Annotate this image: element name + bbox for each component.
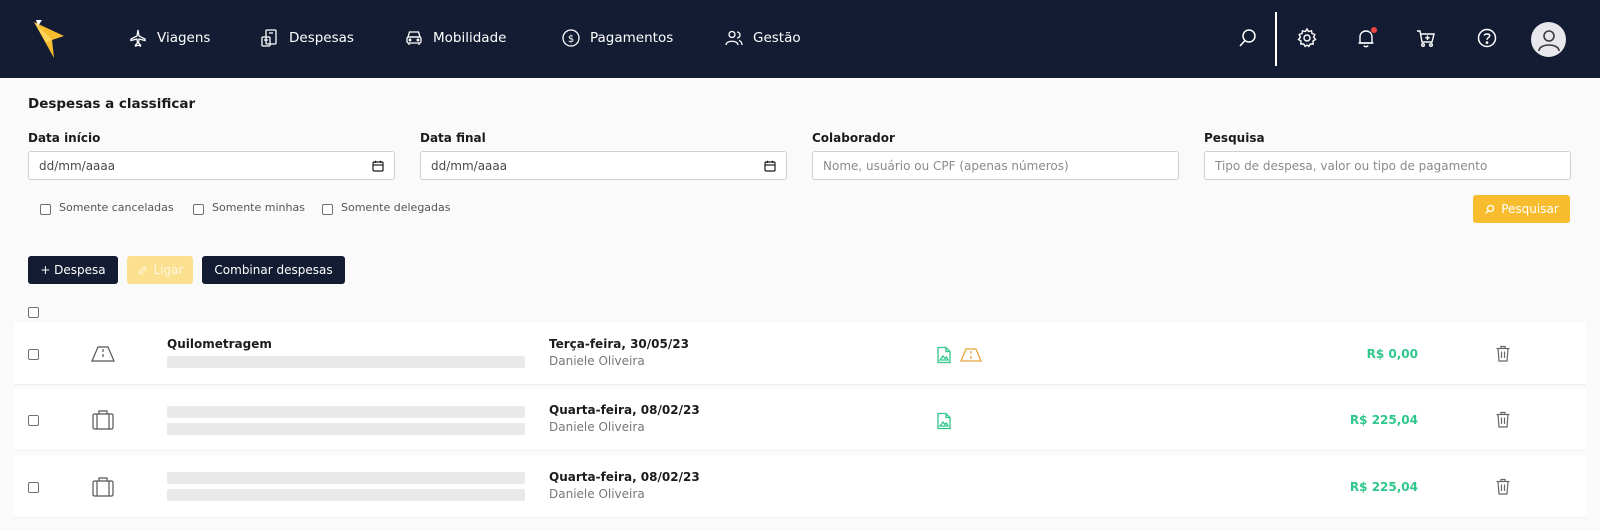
expense-description-placeholder — [167, 423, 525, 435]
row-checkbox[interactable] — [28, 349, 39, 360]
search-button[interactable] — [1235, 25, 1261, 51]
dollar-circle-icon: $ — [562, 29, 580, 47]
nav-viagens[interactable]: Viagens — [128, 26, 210, 50]
only-mine-checkbox[interactable] — [193, 204, 204, 215]
only-delegated-label: Somente delegadas — [341, 201, 451, 214]
map-icon[interactable] — [960, 346, 982, 364]
toolbar-divider — [1275, 12, 1277, 66]
row-checkbox[interactable] — [28, 482, 39, 493]
nav-gestao-label: Gestão — [753, 30, 801, 46]
collaborator-placeholder: Nome, usuário ou CPF (apenas números) — [823, 158, 1069, 173]
end-date-label: Data final — [420, 131, 486, 145]
help-icon — [1477, 28, 1497, 48]
expense-date: Terça-feira, 30/05/23 — [549, 337, 689, 351]
select-all-checkbox[interactable] — [28, 307, 39, 318]
link-icon — [138, 266, 146, 274]
only-canceled-checkbox[interactable] — [40, 204, 51, 215]
search-label: Pesquisa — [1204, 131, 1265, 145]
collaborator-label: Colaborador — [812, 131, 895, 145]
start-date-input[interactable]: dd/mm/aaaa — [28, 151, 395, 180]
image-file-icon[interactable] — [935, 412, 953, 430]
expense-person: Daniele Oliveira — [549, 354, 645, 368]
nav-despesas[interactable]: Despesas — [260, 26, 354, 50]
nav-pagamentos-label: Pagamentos — [590, 30, 674, 46]
settings-button[interactable] — [1294, 25, 1320, 51]
nav-despesas-label: Despesas — [289, 30, 354, 46]
receipt-icon — [261, 29, 277, 47]
collaborator-input[interactable]: Nome, usuário ou CPF (apenas números) — [812, 151, 1179, 180]
search-placeholder: Tipo de despesa, valor ou tipo de pagame… — [1215, 158, 1488, 173]
expense-date: Quarta-feira, 08/02/23 — [549, 470, 700, 484]
expense-description-placeholder — [167, 489, 525, 501]
search-icon — [1239, 29, 1256, 47]
suitcase-icon — [92, 410, 114, 430]
users-icon — [725, 30, 743, 46]
cart-icon — [1417, 30, 1435, 48]
top-navigation-bar: Viagens Despesas Mobilidade $ Pagamentos… — [0, 0, 1600, 78]
expense-person: Daniele Oliveira — [549, 487, 645, 501]
search-submit-button[interactable]: Pesquisar — [1473, 195, 1570, 223]
notification-dot — [1371, 27, 1377, 33]
page-title: Despesas a classificar — [28, 96, 196, 112]
suitcase-icon — [92, 477, 114, 497]
link-label: Ligar — [153, 263, 184, 277]
expense-date: Quarta-feira, 08/02/23 — [549, 403, 700, 417]
avatar-icon — [1537, 29, 1560, 51]
nav-gestao[interactable]: Gestão — [724, 26, 801, 50]
search-input[interactable]: Tipo de despesa, valor ou tipo de pagame… — [1204, 151, 1571, 180]
trash-icon[interactable] — [1495, 345, 1511, 362]
road-icon — [91, 346, 115, 362]
expense-description-placeholder — [167, 356, 525, 368]
combine-expenses-button[interactable]: Combinar despesas — [202, 256, 345, 284]
row-checkbox[interactable] — [28, 415, 39, 426]
end-date-input[interactable]: dd/mm/aaaa — [420, 151, 787, 180]
expense-person: Daniele Oliveira — [549, 420, 645, 434]
svg-text:$: $ — [568, 34, 574, 45]
start-date-label: Data início — [28, 131, 101, 145]
image-file-icon[interactable] — [935, 346, 953, 364]
expense-title: Quilometragem — [167, 337, 272, 351]
expense-row[interactable]: Quarta-feira, 08/02/23 Daniele Oliveira … — [14, 456, 1586, 518]
only-canceled-label: Somente canceladas — [59, 201, 174, 214]
search-icon — [1485, 204, 1495, 214]
calendar-icon[interactable] — [372, 160, 384, 172]
user-avatar[interactable] — [1531, 22, 1566, 57]
expense-title-placeholder — [167, 406, 525, 418]
expense-amount: R$ 225,04 — [1349, 480, 1418, 494]
trash-icon[interactable] — [1495, 478, 1511, 495]
end-date-placeholder: dd/mm/aaaa — [431, 158, 508, 173]
expense-title-placeholder — [167, 472, 525, 484]
only-delegated-checkbox[interactable] — [322, 204, 333, 215]
expense-row[interactable]: Quilometragem Terça-feira, 30/05/23 Dani… — [14, 323, 1586, 385]
search-submit-label: Pesquisar — [1501, 202, 1559, 216]
help-button[interactable] — [1474, 25, 1500, 51]
logo-icon[interactable] — [32, 18, 66, 60]
nav-viagens-label: Viagens — [157, 30, 211, 46]
nav-mobilidade-label: Mobilidade — [433, 30, 507, 46]
add-expense-label: + Despesa — [40, 263, 106, 277]
expense-row[interactable]: Quarta-feira, 08/02/23 Daniele Oliveira … — [14, 389, 1586, 451]
expense-amount: R$ 225,04 — [1349, 413, 1418, 427]
add-expense-button[interactable]: + Despesa — [28, 256, 118, 284]
nav-pagamentos[interactable]: $ Pagamentos — [561, 26, 673, 50]
notifications-button[interactable] — [1353, 25, 1379, 51]
only-mine-label: Somente minhas — [212, 201, 305, 214]
nav-mobilidade[interactable]: Mobilidade — [404, 26, 506, 50]
start-date-placeholder: dd/mm/aaaa — [39, 158, 116, 173]
plane-icon — [130, 29, 146, 47]
link-button[interactable]: Ligar — [127, 256, 193, 284]
trash-icon[interactable] — [1495, 411, 1511, 428]
gear-icon — [1297, 27, 1317, 48]
combine-expenses-label: Combinar despesas — [214, 263, 333, 277]
car-icon — [406, 31, 422, 45]
expense-amount: R$ 0,00 — [1366, 347, 1418, 361]
calendar-icon[interactable] — [764, 160, 776, 172]
cart-button[interactable] — [1413, 25, 1439, 51]
